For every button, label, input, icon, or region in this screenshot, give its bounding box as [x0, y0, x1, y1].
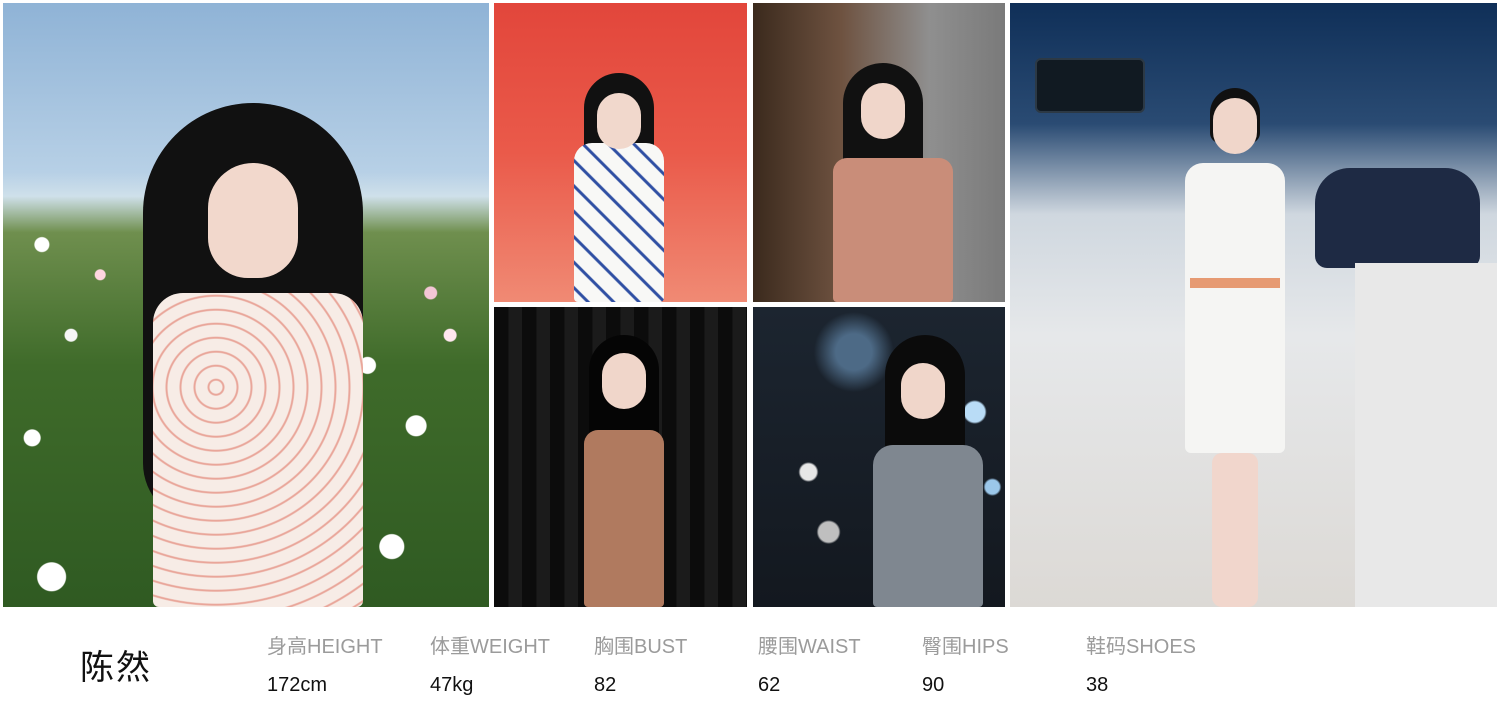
car [1315, 168, 1480, 268]
photo-black-curtain[interactable] [494, 307, 747, 607]
stat-label: 胸围BUST [594, 636, 688, 658]
stat-label: 体重WEIGHT [430, 636, 550, 658]
stat-label: 鞋码SHOES [1086, 636, 1197, 658]
model-figure [113, 103, 393, 607]
stat-bust: 胸围BUST 82 [594, 635, 687, 697]
photo-red-banner-event[interactable] [494, 3, 747, 302]
stat-shoes: 鞋码SHOES 38 [1086, 635, 1196, 697]
stat-label: 身高HEIGHT [267, 636, 383, 658]
stat-label: 臀围HIPS [922, 636, 1009, 658]
stat-hips: 臀围HIPS 90 [922, 635, 1009, 697]
display-screen [1035, 58, 1145, 113]
stat-label: 腰围WAIST [758, 636, 861, 658]
stat-value: 172cm [267, 674, 328, 696]
photo-car-show[interactable] [1010, 3, 1497, 607]
model-figure [1150, 88, 1320, 607]
model-figure [823, 63, 963, 302]
model-figure [564, 335, 684, 607]
model-figure [873, 335, 983, 607]
photo-night-street[interactable] [753, 307, 1005, 607]
model-name: 陈然 [80, 648, 152, 688]
stat-value: 62 [758, 674, 781, 696]
stat-value: 82 [594, 674, 617, 696]
photo-wooden-chair[interactable] [753, 3, 1005, 302]
info-bar: 陈然 身高HEIGHT 172cm 体重WEIGHT 47kg 胸围BUST 8… [0, 607, 1500, 727]
stat-value: 47kg [430, 674, 474, 696]
stat-height: 身高HEIGHT 172cm [267, 635, 383, 697]
stat-waist: 腰围WAIST 62 [758, 635, 861, 697]
model-profile-card: 陈然 身高HEIGHT 172cm 体重WEIGHT 47kg 胸围BUST 8… [0, 0, 1500, 727]
display-stand [1355, 263, 1497, 607]
stat-value: 38 [1086, 674, 1109, 696]
stat-value: 90 [922, 674, 945, 696]
stat-weight: 体重WEIGHT 47kg [430, 635, 550, 697]
model-figure [564, 73, 674, 302]
photo-flower-field[interactable] [3, 3, 489, 607]
